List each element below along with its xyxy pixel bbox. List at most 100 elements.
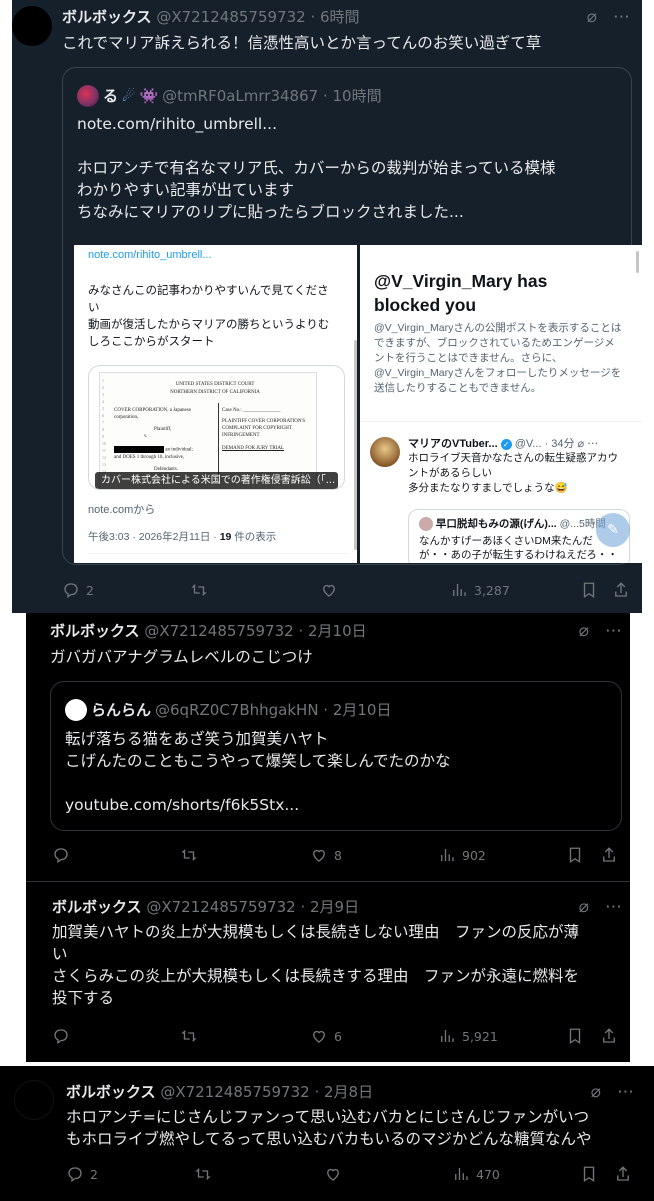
- timestamp-text: 午後3:03 · 2026年2月11日 ·: [88, 531, 220, 543]
- grok-slash-icon[interactable]: ⌀: [579, 897, 589, 917]
- bookmark-button[interactable]: [566, 846, 584, 864]
- reply-header: マリアのVTuber... ✓ @V... · 34分 ⌀ ⋯: [408, 435, 598, 451]
- reply-icon: [68, 1167, 82, 1183]
- divider: [88, 553, 348, 554]
- more-icon[interactable]: ⋯: [617, 1082, 634, 1102]
- grok-slash-icon[interactable]: ⌀: [591, 1082, 601, 1102]
- reply-meta: @V... · 34分: [514, 438, 575, 450]
- quote-author-name: らんらん: [91, 701, 152, 719]
- share-button[interactable]: [600, 846, 618, 864]
- reply-button[interactable]: [52, 1027, 70, 1045]
- redaction-bar: [114, 446, 164, 453]
- more-icon[interactable]: ⋯: [605, 897, 622, 917]
- author-name[interactable]: ボルボックス: [50, 622, 140, 640]
- retweet-button[interactable]: [190, 581, 208, 599]
- avatar[interactable]: [14, 1080, 54, 1120]
- tweet-header: ボルボックス @X7212485759732 · 2月10日: [50, 621, 367, 641]
- share-button[interactable]: [600, 1027, 618, 1045]
- document-caption: カバー株式会社による米国での著作権侵害訴訟（「...: [95, 472, 338, 489]
- author-name[interactable]: ボルボックス: [52, 898, 142, 916]
- grok-slash-icon[interactable]: ⌀: [579, 621, 589, 641]
- like-button[interactable]: 6: [310, 1027, 342, 1045]
- more-icon[interactable]: ⋯: [613, 7, 630, 27]
- author-handle-time[interactable]: @X7212485759732 · 2月9日: [146, 898, 359, 916]
- author-handle-time[interactable]: @X7212485759732 · 6時間: [156, 8, 359, 26]
- document-card[interactable]: 123456789101112131415 UNITED STATES DIST…: [88, 365, 345, 490]
- quote-line-1[interactable]: note.com/rihito_umbrell...: [77, 113, 277, 135]
- case-line: Case No.: _______________: [222, 408, 281, 413]
- tweet-text: ホロアンチ=にじさんじファンって思い込むバカとにじさんじファンがいつ もホロライ…: [66, 1106, 591, 1150]
- views-button[interactable]: 3,287: [450, 581, 510, 599]
- party-line: v.: [144, 434, 148, 439]
- grok-slash-icon: ⌀ ⋯: [577, 438, 599, 450]
- like-button[interactable]: [324, 1165, 342, 1183]
- bookmark-icon: [583, 582, 595, 599]
- bookmark-icon: [569, 847, 581, 864]
- reply-button[interactable]: 2: [66, 1165, 98, 1183]
- reply-line: なんかすげーあほくさいDM来たんだ: [419, 535, 593, 547]
- views-button[interactable]: 902: [438, 846, 486, 864]
- tweet-4[interactable]: ボルボックス @X7212485759732 · 2月8日 ⌀ ⋯ ホロアンチ=…: [0, 1066, 654, 1201]
- bookmark-button[interactable]: [566, 1027, 584, 1045]
- quote-handle-time: @tmRF0aLmrr34867 · 10時間: [162, 87, 382, 105]
- author-name[interactable]: ボルボックス: [62, 8, 152, 26]
- share-icon: [617, 1166, 629, 1181]
- quote-avatar: [65, 699, 87, 721]
- reply-line: 多分またなりすましでしょうな😅: [408, 482, 568, 494]
- tweet-1[interactable]: ボルボックス @X7212485759732 · 6時間 ⌀ ⋯ これでマリア訴…: [12, 0, 642, 613]
- views-button[interactable]: 470: [452, 1165, 500, 1183]
- quote-avatar: [77, 85, 99, 107]
- compose-post-icon[interactable]: ✎: [596, 513, 630, 547]
- line-numbers: 123456789101112131415: [102, 378, 106, 481]
- quote-header: らんらん @6qRZ0C7BhhgakHN · 2月10日: [65, 699, 391, 721]
- party-line: COVER CORPORATION, a Japanese: [114, 408, 191, 413]
- author-name[interactable]: ボルボックス: [66, 1083, 156, 1101]
- bookmark-button[interactable]: [580, 1165, 598, 1183]
- reply-text: ホロライブ天音かなたさんの転生疑惑アカウ ントがあるらしい 多分またなりすましで…: [408, 451, 618, 496]
- quote-tweet[interactable]: らんらん @6qRZ0C7BhhgakHN · 2月10日 転げ落ちる猫をあざ笑…: [50, 681, 622, 831]
- tweet-2[interactable]: ボルボックス @X7212485759732 · 2月10日 ⌀ ⋯ ガバガバア…: [26, 613, 630, 881]
- blocked-title: @V_Virgin_Mary has blocked you: [374, 271, 548, 315]
- tweet-line: さくらみこの炎上が大規模もしくは長続きする理由 ファンが永遠に燃料を: [52, 967, 580, 985]
- views-count: 5,921: [462, 1028, 498, 1044]
- scrollbar[interactable]: [354, 340, 357, 550]
- more-icon[interactable]: ⋯: [605, 621, 622, 641]
- tweet-3[interactable]: ボルボックス @X7212485759732 · 2月9日 ⌀ ⋯ 加賀美ハヤト…: [26, 882, 630, 1062]
- reply-author: マリアのVTuber...: [408, 438, 498, 450]
- reply-button[interactable]: 2: [62, 581, 94, 599]
- author-handle-time[interactable]: @X7212485759732 · 2月10日: [144, 622, 366, 640]
- quote-image-right[interactable]: @V_Virgin_Mary has blocked you @V_Virgin…: [360, 245, 642, 563]
- bookmark-button[interactable]: [580, 581, 598, 599]
- bookmark-icon: [569, 1028, 581, 1045]
- rocket-emoji-icon: ☄: [122, 87, 136, 105]
- reply-icon: [54, 848, 68, 864]
- share-button[interactable]: [614, 1165, 632, 1183]
- tweet-top-icons: ⌀ ⋯: [587, 7, 630, 27]
- views-button[interactable]: 5,921: [438, 1027, 498, 1045]
- reply-button[interactable]: [52, 846, 70, 864]
- share-button[interactable]: [612, 581, 630, 599]
- tweet-top-icons: ⌀ ⋯: [579, 621, 622, 641]
- note-link[interactable]: note.com/rihito_umbrell...: [88, 249, 212, 261]
- author-handle-time[interactable]: @X7212485759732 · 2月8日: [160, 1083, 373, 1101]
- views-icon: [441, 849, 454, 861]
- avatar[interactable]: [12, 6, 52, 46]
- like-icon: [313, 1030, 325, 1043]
- tweet-header: ボルボックス @X7212485759732 · 2月8日: [66, 1082, 373, 1102]
- retweet-button[interactable]: [180, 1027, 198, 1045]
- like-button[interactable]: 8: [310, 846, 342, 864]
- tweet-line: い: [52, 945, 68, 963]
- quote-image-left[interactable]: note.com/rihito_umbrell... みなさんこの記事わかりやす…: [74, 245, 357, 563]
- quote-link[interactable]: youtube.com/shorts/f6k5Stx...: [65, 794, 299, 816]
- retweet-button[interactable]: [180, 846, 198, 864]
- grok-slash-icon[interactable]: ⌀: [587, 7, 597, 27]
- action-bar: 2 470: [66, 1165, 636, 1185]
- action-bar: 8 902: [52, 846, 622, 866]
- left-image-body: みなさんこの記事わかりやすいんで見てくださ い 動画が復活したからマリアの勝ちと…: [88, 283, 329, 351]
- tweet-header: ボルボックス @X7212485759732 · 6時間: [62, 7, 360, 27]
- scrollbar[interactable]: [636, 251, 639, 273]
- like-icon: [327, 1168, 339, 1181]
- like-button[interactable]: [320, 581, 338, 599]
- reply-count: 2: [86, 582, 94, 598]
- retweet-button[interactable]: [194, 1165, 212, 1183]
